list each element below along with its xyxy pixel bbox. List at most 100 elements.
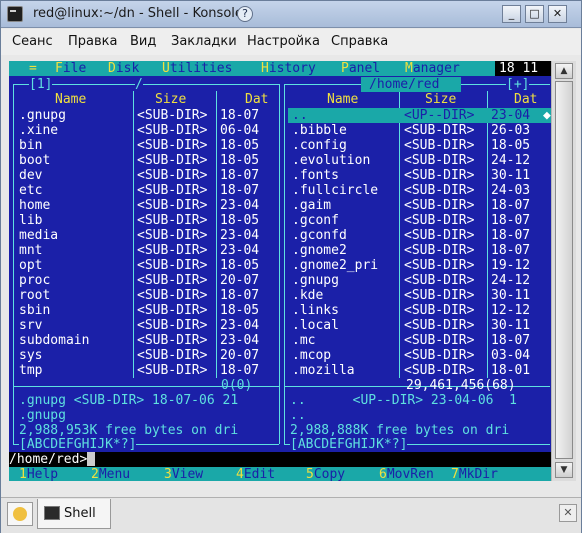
left-file-row-date: 23-04 — [220, 198, 260, 213]
left-file-row-name[interactable]: subdomain — [19, 333, 89, 348]
left-file-row-date: 18-05 — [220, 213, 260, 228]
new-session-button[interactable] — [7, 502, 33, 526]
menu-help[interactable]: Справка — [331, 34, 388, 49]
right-panel-left-border — [284, 84, 285, 444]
right-file-row-name[interactable]: .gaim — [292, 198, 331, 213]
right-file-row-date: 24-12 — [491, 273, 531, 288]
tab-label: Shell — [64, 506, 96, 521]
left-file-row-name[interactable]: boot — [19, 153, 50, 168]
right-file-row-date: 03-04 — [491, 348, 531, 363]
mc-menu-utilities[interactable]: Utilities — [162, 61, 232, 76]
right-file-row-name[interactable]: .local — [292, 318, 339, 333]
left-file-row-date: 23-04 — [220, 228, 260, 243]
left-file-row-name[interactable]: bin — [19, 138, 42, 153]
close-session-icon[interactable]: ✕ — [559, 504, 577, 522]
mc-menu-file[interactable]: File — [55, 61, 86, 76]
left-file-row-name[interactable]: tmp — [19, 363, 42, 378]
mc-menu-manager-label: anager — [412, 61, 460, 76]
right-panel-drive-tag[interactable]: [+] — [506, 77, 530, 92]
left-panel-drive-tag[interactable]: [1] — [29, 77, 53, 92]
right-file-row-name[interactable]: .mozilla — [292, 363, 355, 378]
menu-view[interactable]: Вид — [130, 34, 156, 49]
left-file-row-name[interactable]: home — [19, 198, 50, 213]
left-header-date[interactable]: Dat — [245, 92, 268, 107]
fkey-help[interactable]: 1Help — [19, 467, 58, 481]
right-file-row-name[interactable]: .fonts — [292, 168, 339, 183]
title-bar[interactable]: red@linux:~/dn - Shell - Konsole ? _ □ ✕ — [1, 1, 581, 28]
maximize-button[interactable]: □ — [525, 5, 544, 23]
left-file-row-name[interactable]: .xine — [19, 123, 58, 138]
minimize-button[interactable]: _ — [502, 5, 521, 23]
right-file-row-size: <SUB-DIR> — [404, 348, 475, 363]
fkey-number: 1 — [19, 467, 27, 481]
mc-menu-manager[interactable]: Manager — [405, 61, 460, 76]
left-file-row-name[interactable]: opt — [19, 258, 42, 273]
command-line[interactable]: /home/red> — [9, 452, 551, 467]
right-file-row-name[interactable]: .gnupg — [292, 273, 339, 288]
konsole-window: red@linux:~/dn - Shell - Konsole ? _ □ ✕… — [0, 0, 582, 533]
left-file-row-name[interactable]: etc — [19, 183, 42, 198]
menu-bookmarks[interactable]: Закладки — [171, 34, 237, 49]
fkey-menu[interactable]: 2Menu — [91, 467, 130, 481]
left-file-row-name[interactable]: mnt — [19, 243, 42, 258]
fkey-copy[interactable]: 5Copy — [306, 467, 345, 481]
left-file-row-name[interactable]: dev — [19, 168, 42, 183]
fkey-label: Edit — [243, 467, 276, 481]
left-file-row-name[interactable]: root — [19, 288, 50, 303]
right-file-row-size: <SUB-DIR> — [404, 258, 475, 273]
fkey-movren[interactable]: 6MovRen — [379, 467, 434, 481]
scrollbar-thumb[interactable] — [555, 81, 573, 459]
left-file-row-name[interactable]: media — [19, 228, 58, 243]
fkey-label: Copy — [313, 467, 346, 481]
left-file-row-date: 23-04 — [220, 243, 260, 258]
scroll-down-arrow-icon[interactable]: ▼ — [555, 462, 573, 478]
right-panel-filter[interactable]: [ABCDEFGHIJK*?] — [290, 437, 408, 452]
close-button[interactable]: ✕ — [548, 5, 567, 23]
right-header-size[interactable]: Size — [425, 92, 456, 107]
left-file-row-name[interactable]: sys — [19, 348, 42, 363]
left-header-name[interactable]: Name — [55, 92, 86, 107]
terminal-area[interactable]: = File Disk Utilities History Panel Mana… — [9, 61, 551, 481]
right-file-row-name[interactable]: .mcop — [292, 348, 331, 363]
right-file-row-name[interactable]: .gnome2 — [292, 243, 347, 258]
fkey-mkdir[interactable]: 7MkDir — [451, 467, 498, 481]
right-file-row-name[interactable]: .kde — [292, 288, 323, 303]
left-file-row-name[interactable]: .gnupg — [19, 108, 66, 123]
right-file-row-name[interactable]: .gconfd — [292, 228, 347, 243]
right-file-row-name[interactable]: .mc — [292, 333, 315, 348]
left-panel-free-space: 2,988,953K free bytes on dri — [19, 423, 239, 438]
mc-menu-panel[interactable]: Panel — [341, 61, 380, 76]
mc-menu-root[interactable]: = — [29, 61, 37, 76]
scroll-up-arrow-icon[interactable]: ▲ — [555, 63, 573, 79]
mc-menu-history[interactable]: History — [261, 61, 316, 76]
left-panel-filter[interactable]: [ABCDEFGHIJK*?] — [19, 437, 137, 452]
terminal-scrollbar[interactable]: ▲ ▼ — [551, 61, 576, 481]
left-file-row-size: <SUB-DIR> — [137, 108, 208, 123]
terminal-app-icon[interactable] — [7, 6, 23, 22]
command-prompt: /home/red> — [9, 452, 88, 467]
fkey-edit[interactable]: 4Edit — [236, 467, 275, 481]
mc-menu-disk[interactable]: Disk — [108, 61, 139, 76]
right-file-row-name[interactable]: .fullcircle — [292, 183, 378, 198]
right-file-row-name[interactable]: .. — [292, 108, 308, 123]
left-header-size[interactable]: Size — [155, 92, 186, 107]
right-file-row-name[interactable]: .evolution — [292, 153, 370, 168]
right-file-row-name[interactable]: .gconf — [292, 213, 339, 228]
fkey-view[interactable]: 3View — [164, 467, 203, 481]
left-file-row-name[interactable]: proc — [19, 273, 50, 288]
tab-shell[interactable]: Shell — [37, 499, 111, 529]
right-file-row-name[interactable]: .config — [292, 138, 347, 153]
menu-edit[interactable]: Правка — [68, 34, 117, 49]
right-header-name[interactable]: Name — [327, 92, 358, 107]
right-file-row-name[interactable]: .gnome2_pri — [292, 258, 378, 273]
menu-session[interactable]: Сеанс — [12, 34, 53, 49]
menu-settings[interactable]: Настройка — [247, 34, 320, 49]
left-file-row-date: 06-04 — [220, 123, 260, 138]
help-icon[interactable]: ? — [237, 6, 253, 22]
right-header-date[interactable]: Dat — [514, 92, 537, 107]
right-file-row-name[interactable]: .bibble — [292, 123, 347, 138]
right-file-row-name[interactable]: .links — [292, 303, 339, 318]
left-file-row-name[interactable]: sbin — [19, 303, 50, 318]
left-file-row-name[interactable]: lib — [19, 213, 42, 228]
left-file-row-name[interactable]: srv — [19, 318, 42, 333]
